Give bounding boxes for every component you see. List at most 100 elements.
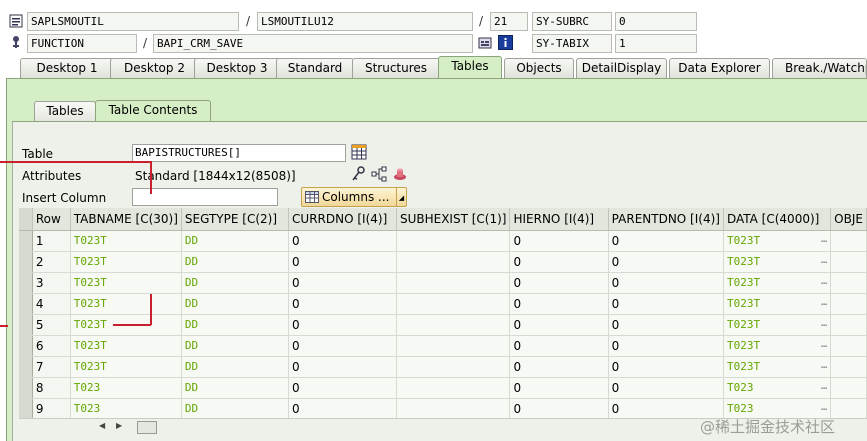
row-selector[interactable] bbox=[19, 314, 33, 336]
cell-subhexist[interactable] bbox=[396, 377, 511, 399]
row-selector[interactable] bbox=[19, 293, 33, 315]
more-icon[interactable]: … bbox=[821, 234, 827, 245]
inner-tab-tables[interactable]: Tables bbox=[34, 101, 96, 121]
cell-segtype[interactable]: DD bbox=[181, 230, 290, 252]
cell-obje[interactable] bbox=[830, 356, 867, 378]
cell-subhexist[interactable] bbox=[396, 251, 511, 273]
col-header-parentdno[interactable]: PARENTDNO [I(4)] bbox=[608, 208, 724, 231]
cell-tabname[interactable]: T023 bbox=[70, 377, 182, 399]
cell-currdno[interactable]: 0 bbox=[288, 398, 397, 418]
row-selector[interactable] bbox=[19, 377, 33, 399]
row-selector[interactable] bbox=[19, 356, 33, 378]
col-header-obje[interactable]: OBJE bbox=[830, 208, 867, 231]
table-row[interactable]: 1 T023T DD 0 0 0 T023T… bbox=[19, 230, 867, 252]
cell-row[interactable]: 9 bbox=[32, 398, 71, 418]
cell-row[interactable]: 6 bbox=[32, 335, 71, 357]
cell-segtype[interactable]: DD bbox=[181, 293, 290, 315]
info-icon[interactable] bbox=[497, 34, 514, 51]
col-header-hierno[interactable]: HIERNO [I(4)] bbox=[509, 208, 609, 231]
scroll-right-icon[interactable]: ▶ bbox=[116, 421, 122, 430]
table-name-input[interactable]: BAPISTRUCTURES[] bbox=[132, 144, 346, 162]
cell-tabname[interactable]: T023T bbox=[70, 293, 182, 315]
cell-obje[interactable] bbox=[830, 293, 867, 315]
table-row[interactable]: 8 T023 DD 0 0 0 T023… bbox=[19, 377, 867, 399]
cell-hierno[interactable]: 0 bbox=[509, 272, 609, 294]
more-icon[interactable]: … bbox=[821, 318, 827, 329]
more-icon[interactable]: … bbox=[821, 402, 827, 413]
col-header-segtype[interactable]: SEGTYPE [C(2)] bbox=[181, 208, 290, 231]
cell-parentdno[interactable]: 0 bbox=[608, 251, 724, 273]
cell-parentdno[interactable]: 0 bbox=[608, 398, 724, 418]
more-icon[interactable]: … bbox=[821, 360, 827, 371]
cell-obje[interactable] bbox=[830, 230, 867, 252]
cell-data[interactable]: T023T… bbox=[723, 356, 832, 378]
more-icon[interactable]: … bbox=[821, 276, 827, 287]
cell-hierno[interactable]: 0 bbox=[509, 398, 609, 418]
cell-row[interactable]: 8 bbox=[32, 377, 71, 399]
cell-hierno[interactable]: 0 bbox=[509, 230, 609, 252]
table-row[interactable]: 7 T023T DD 0 0 0 T023T… bbox=[19, 356, 867, 378]
row-selector[interactable] bbox=[19, 251, 33, 273]
display-source-icon[interactable] bbox=[477, 34, 493, 51]
cell-data[interactable]: T023T… bbox=[723, 251, 832, 273]
col-header-row[interactable]: Row bbox=[32, 208, 71, 231]
select-all-cell[interactable] bbox=[19, 208, 33, 231]
cell-hierno[interactable]: 0 bbox=[509, 356, 609, 378]
cell-subhexist[interactable] bbox=[396, 272, 511, 294]
row-selector[interactable] bbox=[19, 335, 33, 357]
cell-hierno[interactable]: 0 bbox=[509, 251, 609, 273]
cell-hierno[interactable]: 0 bbox=[509, 293, 609, 315]
cell-row[interactable]: 5 bbox=[32, 314, 71, 336]
more-icon[interactable]: … bbox=[821, 339, 827, 350]
cell-hierno[interactable]: 0 bbox=[509, 335, 609, 357]
tab-structures[interactable]: Structures bbox=[352, 58, 440, 78]
cell-obje[interactable] bbox=[830, 272, 867, 294]
cell-currdno[interactable]: 0 bbox=[288, 272, 397, 294]
scroll-thumb[interactable] bbox=[137, 421, 157, 434]
cell-data[interactable]: T023… bbox=[723, 398, 832, 418]
cell-currdno[interactable]: 0 bbox=[288, 230, 397, 252]
cell-parentdno[interactable]: 0 bbox=[608, 293, 724, 315]
cell-data[interactable]: T023T… bbox=[723, 272, 832, 294]
cell-segtype[interactable]: DD bbox=[181, 314, 290, 336]
insert-column-input[interactable] bbox=[132, 188, 278, 206]
more-icon[interactable]: … bbox=[821, 381, 827, 392]
cell-tabname[interactable]: T023 bbox=[70, 398, 182, 418]
cell-data[interactable]: T023T… bbox=[723, 314, 832, 336]
cell-currdno[interactable]: 0 bbox=[288, 314, 397, 336]
table-contents-grid[interactable]: Row TABNAME [C(30)] SEGTYPE [C(2)] CURRD… bbox=[19, 208, 867, 418]
table-row[interactable]: 2 T023T DD 0 0 0 T023T… bbox=[19, 251, 867, 273]
cell-segtype[interactable]: DD bbox=[181, 377, 290, 399]
tab-tables[interactable]: Tables bbox=[438, 56, 502, 78]
tab-desktop-3[interactable]: Desktop 3 bbox=[194, 58, 280, 78]
cell-data[interactable]: T023T… bbox=[723, 230, 832, 252]
cell-data[interactable]: T023T… bbox=[723, 335, 832, 357]
cell-segtype[interactable]: DD bbox=[181, 335, 290, 357]
cell-subhexist[interactable] bbox=[396, 293, 511, 315]
cell-hierno[interactable]: 0 bbox=[509, 314, 609, 336]
row-selector[interactable] bbox=[19, 230, 33, 252]
scroll-left-icon[interactable]: ◀ bbox=[99, 421, 105, 430]
columns-button[interactable]: Columns ... ◢ bbox=[301, 187, 407, 207]
cell-tabname[interactable]: T023T bbox=[70, 251, 182, 273]
more-icon[interactable]: … bbox=[821, 255, 827, 266]
tab-breakpoints-watchpoints[interactable]: Break./Watchpoints bbox=[772, 58, 867, 78]
cell-subhexist[interactable] bbox=[396, 398, 511, 418]
more-icon[interactable]: … bbox=[821, 297, 827, 308]
cell-subhexist[interactable] bbox=[396, 314, 511, 336]
table-row[interactable]: 3 T023T DD 0 0 0 T023T… bbox=[19, 272, 867, 294]
cell-tabname[interactable]: T023T bbox=[70, 356, 182, 378]
cell-parentdno[interactable]: 0 bbox=[608, 377, 724, 399]
cell-segtype[interactable]: DD bbox=[181, 272, 290, 294]
cell-obje[interactable] bbox=[830, 377, 867, 399]
cell-segtype[interactable]: DD bbox=[181, 398, 290, 418]
tab-desktop-2[interactable]: Desktop 2 bbox=[110, 58, 199, 78]
tab-objects[interactable]: Objects bbox=[504, 58, 574, 78]
cell-row[interactable]: 4 bbox=[32, 293, 71, 315]
cell-row[interactable]: 7 bbox=[32, 356, 71, 378]
cell-row[interactable]: 3 bbox=[32, 272, 71, 294]
cell-obje[interactable] bbox=[830, 251, 867, 273]
cell-currdno[interactable]: 0 bbox=[288, 356, 397, 378]
cell-tabname[interactable]: T023T bbox=[70, 335, 182, 357]
col-header-currdno[interactable]: CURRDNO [I(4)] bbox=[288, 208, 397, 231]
